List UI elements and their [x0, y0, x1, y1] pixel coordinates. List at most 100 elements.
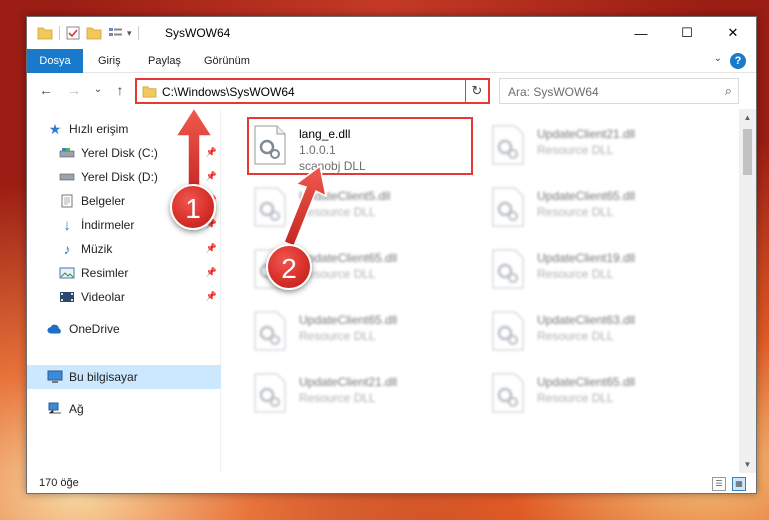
refresh-button[interactable]: ↻ [465, 78, 490, 104]
file-description: Resource DLL [299, 329, 376, 343]
sidebar-item-label: Resimler [81, 266, 129, 280]
address-bar[interactable]: C:\Windows\SysWOW64 ⌄ [135, 78, 488, 104]
file-item[interactable]: UpdateClient21.dll Resource DLL [247, 365, 477, 425]
sidebar-item-videos[interactable]: Videolar 📌 [27, 285, 221, 309]
customize-toolbar-icon[interactable]: ▾ [127, 28, 132, 39]
navigation-pane: ★ Hızlı erişim Yerel Disk (C:) 📌 Yerel D… [27, 109, 221, 473]
tab-file[interactable]: Dosya [27, 49, 83, 73]
file-description: Resource DLL [537, 205, 614, 219]
pin-icon[interactable]: 📌 [206, 147, 217, 158]
quick-access-toolbar: ▾ [37, 25, 145, 41]
ribbon-expand-icon[interactable]: ⌄ [714, 53, 722, 64]
dll-file-icon [254, 187, 286, 227]
vertical-scrollbar[interactable]: ▲ ▼ [739, 109, 756, 473]
address-path: C:\Windows\SysWOW64 [162, 85, 295, 99]
sidebar-item-label: Hızlı erişim [69, 122, 129, 136]
computer-icon [47, 369, 63, 385]
new-folder-icon[interactable] [86, 26, 102, 40]
scroll-up-icon[interactable]: ▲ [739, 109, 756, 126]
tiles-view-icon[interactable]: ▦ [732, 477, 746, 491]
network-icon [47, 401, 63, 417]
sidebar-item-label: Yerel Disk (C:) [81, 146, 158, 160]
file-description: Resource DLL [299, 205, 376, 219]
maximize-button[interactable]: ☐ [664, 17, 710, 49]
forward-button[interactable]: → [65, 82, 83, 98]
star-icon: ★ [48, 120, 62, 137]
callout-badge-2: 2 [266, 244, 312, 290]
details-view-icon[interactable]: ☰ [712, 477, 726, 491]
dll-file-icon [492, 249, 524, 289]
minimize-button[interactable]: — [618, 17, 664, 49]
file-name: UpdateClient65.dll [537, 189, 636, 203]
file-item[interactable]: UpdateClient21.dll Resource DLL [485, 117, 715, 177]
file-name: UpdateClient21.dll [537, 127, 636, 141]
ribbon-tabs: Dosya Giriş Paylaş Görünüm ⌄ ? [27, 49, 756, 73]
navigation-bar: ← → ⌄ ↑ C:\Windows\SysWOW64 ⌄ ↻ Ara: Sys… [27, 73, 756, 109]
help-icon[interactable]: ? [730, 53, 746, 69]
sidebar-item-network[interactable]: Ağ [27, 397, 221, 421]
videos-icon [59, 289, 75, 305]
pin-icon[interactable]: 📌 [206, 171, 217, 182]
file-item[interactable]: UpdateClient65.dll Resource DLL [247, 303, 477, 363]
sidebar-item-local-disk-c[interactable]: Yerel Disk (C:) 📌 [27, 141, 221, 165]
scroll-down-icon[interactable]: ▼ [739, 456, 756, 473]
file-description: Resource DLL [537, 267, 614, 281]
pin-icon[interactable]: 📌 [206, 267, 217, 278]
file-name: UpdateClient65.dll [299, 313, 398, 327]
file-description: Resource DLL [537, 391, 614, 405]
dll-file-icon [254, 311, 286, 351]
file-highlight-box [247, 117, 473, 175]
folder-icon [142, 86, 157, 98]
close-button[interactable]: ✕ [710, 17, 756, 49]
recent-locations-button[interactable]: ⌄ [89, 84, 107, 95]
file-name: UpdateClient65.dll [299, 251, 398, 265]
title-bar: ▾ SysWOW64 — ☐ ✕ [27, 17, 756, 49]
file-item[interactable]: UpdateClient63.dll Resource DLL [485, 303, 715, 363]
dll-file-icon [492, 125, 524, 165]
pictures-icon [59, 265, 75, 281]
properties-icon[interactable] [66, 26, 80, 40]
view-options-icon[interactable] [108, 26, 124, 40]
drive-icon [59, 169, 75, 185]
sidebar-item-onedrive[interactable]: OneDrive [27, 317, 221, 341]
file-name: UpdateClient5.dll [299, 189, 391, 203]
sidebar-item-label: Videolar [81, 290, 125, 304]
file-list: lang_e.dll 1.0.0.1 scanobj DLL UpdateCli… [223, 109, 737, 473]
cloud-icon [47, 321, 63, 337]
file-item[interactable]: UpdateClient5.dll Resource DLL [247, 179, 477, 239]
file-item[interactable]: UpdateClient19.dll Resource DLL [485, 241, 715, 301]
dll-file-icon [492, 311, 524, 351]
file-name: UpdateClient65.dll [537, 375, 636, 389]
sidebar-item-this-pc[interactable]: Bu bilgisayar [27, 365, 221, 389]
dll-file-icon [492, 187, 524, 227]
item-count: 170 öğe [39, 477, 79, 489]
search-box[interactable]: Ara: SysWOW64 ⌕ [499, 78, 739, 104]
file-description: Resource DLL [537, 143, 614, 157]
folder-icon[interactable] [37, 26, 53, 40]
sidebar-item-label: Yerel Disk (D:) [81, 170, 158, 184]
tab-view[interactable]: Görünüm [195, 49, 259, 73]
file-item[interactable]: UpdateClient65.dll Resource DLL [485, 179, 715, 239]
sidebar-item-music[interactable]: ♪ Müzik 📌 [27, 237, 221, 261]
explorer-window: ▾ SysWOW64 — ☐ ✕ Dosya Giriş Paylaş Görü… [26, 16, 757, 494]
dll-file-icon [254, 373, 286, 413]
sidebar-item-pictures[interactable]: Resimler 📌 [27, 261, 221, 285]
file-name: UpdateClient63.dll [537, 313, 636, 327]
file-description: Resource DLL [537, 329, 614, 343]
back-button[interactable]: ← [37, 82, 55, 98]
sidebar-item-label: Ağ [69, 402, 84, 416]
sidebar-item-label: Bu bilgisayar [69, 370, 138, 384]
file-item[interactable]: UpdateClient65.dll Resource DLL [485, 365, 715, 425]
sidebar-item-quick-access[interactable]: ★ Hızlı erişim [27, 117, 221, 141]
tab-home[interactable]: Giriş [89, 49, 130, 73]
search-icon[interactable]: ⌕ [725, 83, 732, 99]
up-button[interactable]: ↑ [111, 82, 129, 98]
documents-icon [59, 193, 75, 209]
sidebar-item-label: Müzik [81, 242, 113, 256]
pin-icon[interactable]: 📌 [206, 243, 217, 254]
file-description: Resource DLL [299, 391, 376, 405]
pin-icon[interactable]: 📌 [206, 291, 217, 302]
scroll-thumb[interactable] [743, 129, 752, 175]
tab-share[interactable]: Paylaş [139, 49, 190, 73]
downloads-icon: ↓ [63, 216, 71, 234]
